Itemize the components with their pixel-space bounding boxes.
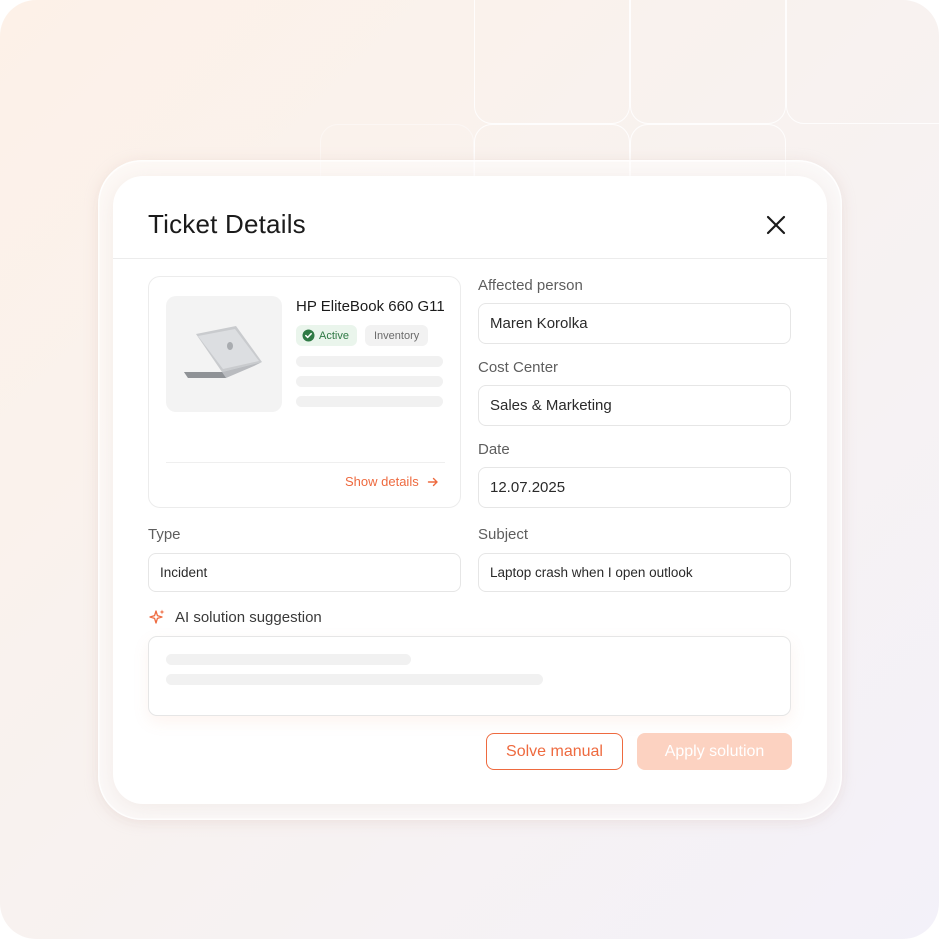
card-divider: [166, 462, 445, 463]
status-badge-label: Active: [319, 329, 349, 342]
laptop-image: [166, 296, 282, 412]
subject-label: Subject: [478, 526, 529, 543]
ai-suggestion-label: AI solution suggestion: [175, 608, 322, 626]
affected-person-field[interactable]: Maren Korolka: [478, 303, 791, 344]
placeholder-line: [296, 376, 443, 387]
placeholder-line: [166, 674, 543, 685]
close-icon: [766, 215, 786, 235]
asset-card: HP EliteBook 660 G11 Active Inventory Sh…: [148, 276, 461, 508]
solve-manual-button[interactable]: Solve manual: [486, 733, 623, 770]
date-field[interactable]: 12.07.2025: [478, 467, 791, 508]
dialog-title: Ticket Details: [148, 209, 306, 239]
cost-center-field[interactable]: Sales & Marketing: [478, 385, 791, 426]
apply-solution-button[interactable]: Apply solution: [637, 733, 792, 770]
placeholder-line: [296, 396, 443, 407]
product-name: HP EliteBook 660 G11: [296, 298, 445, 315]
placeholder-line: [296, 356, 443, 367]
sparkle-icon: [149, 609, 165, 624]
date-label: Date: [478, 441, 510, 458]
affected-person-label: Affected person: [478, 277, 583, 294]
background-tile: [786, 0, 939, 124]
check-circle-icon: [302, 329, 315, 342]
background-tile: [630, 0, 786, 124]
category-badge: Inventory: [365, 325, 429, 346]
type-field[interactable]: Incident: [148, 553, 461, 592]
show-details-link[interactable]: Show details: [345, 474, 439, 489]
placeholder-line: [166, 654, 411, 665]
cost-center-label: Cost Center: [478, 359, 559, 376]
ai-suggestion-header: AI solution suggestion: [148, 608, 322, 626]
type-label: Type: [148, 526, 181, 543]
ai-suggestion-box: [148, 636, 791, 716]
status-badge: Active: [296, 325, 357, 346]
arrow-right-icon: [427, 477, 438, 486]
close-button[interactable]: [763, 212, 789, 238]
subject-field[interactable]: Laptop crash when I open outlook: [478, 553, 791, 592]
show-details-label: Show details: [345, 474, 419, 489]
dialog-header: Ticket Details: [113, 176, 827, 259]
ticket-details-dialog: Ticket Details HP EliteBook 660 G11 Acti…: [113, 176, 827, 804]
background-tile: [474, 0, 630, 124]
